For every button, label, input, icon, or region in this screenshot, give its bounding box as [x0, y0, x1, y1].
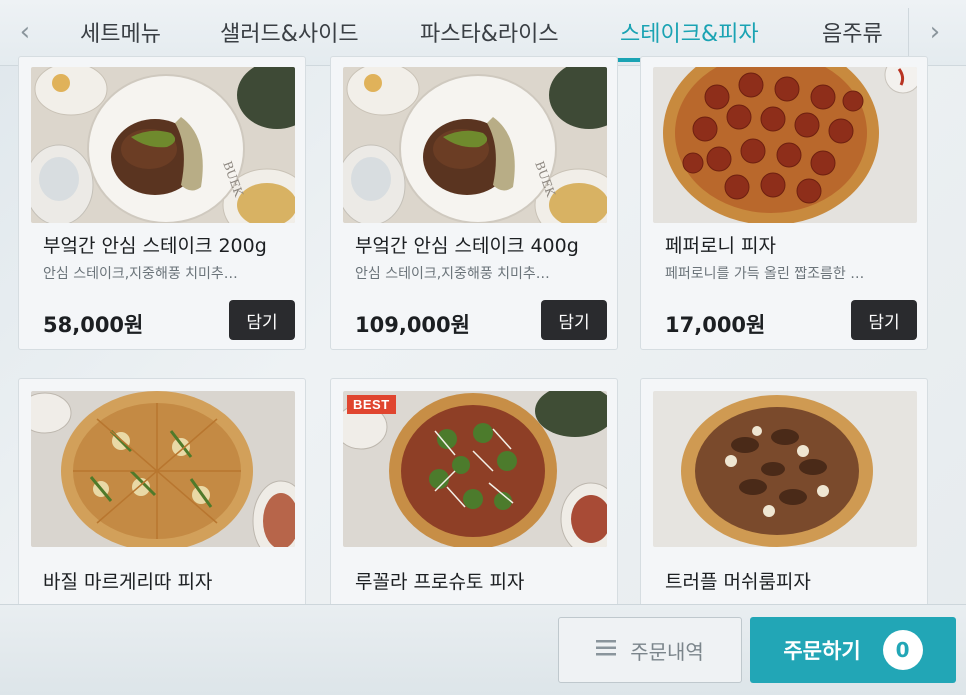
- tab-drinks[interactable]: 음주류: [822, 16, 883, 48]
- add-to-cart-button[interactable]: 담기: [229, 300, 295, 340]
- order-bar: 주문내역 주문하기 0: [0, 604, 966, 695]
- product-card[interactable]: 트러플 머쉬룸피자: [640, 378, 928, 618]
- product-name: 루꼴라 프로슈토 피자: [355, 571, 525, 593]
- product-photo-pepperoni-pizza: [653, 67, 917, 223]
- product-photo-steak: BUEK: [343, 67, 607, 223]
- product-card[interactable]: 바질 마르게리따 피자: [18, 378, 306, 618]
- list-icon: [596, 638, 617, 662]
- chevron-right-icon[interactable]: ›: [908, 8, 948, 56]
- add-to-cart-button[interactable]: 담기: [851, 300, 917, 340]
- product-card[interactable]: BEST 루꼴라 프로슈토 피자: [330, 378, 618, 618]
- product-description: 안심 스테이크,지중해풍 치미추…: [43, 266, 238, 282]
- place-order-label: 주문하기: [783, 639, 861, 663]
- product-name: 트러플 머쉬룸피자: [665, 571, 811, 593]
- product-card[interactable]: 페퍼로니 피자 페퍼로니를 가득 올린 짭조름한 … 17,000원 담기: [640, 56, 928, 350]
- best-badge: BEST: [347, 395, 396, 414]
- product-price: 58,000원: [43, 313, 144, 337]
- product-name: 부엌간 안심 스테이크 400g: [355, 235, 579, 257]
- tab-salad-side[interactable]: 샐러드&사이드: [220, 16, 359, 48]
- cart-count-badge: 0: [882, 630, 923, 670]
- product-name: 페퍼로니 피자: [665, 235, 776, 257]
- product-card[interactable]: BUEK 부엌간 안심 스테이크 200g 안심 스테이크,지중해풍 치미추… …: [18, 56, 306, 350]
- product-photo-arugula-pizza: BEST: [343, 391, 607, 547]
- place-order-button[interactable]: 주문하기 0: [750, 617, 956, 683]
- product-card[interactable]: BUEK 부엌간 안심 스테이크 400g 안심 스테이크,지중해풍 치미추… …: [330, 56, 618, 350]
- add-to-cart-button[interactable]: 담기: [541, 300, 607, 340]
- product-price: 109,000원: [355, 313, 470, 337]
- tab-set-menu[interactable]: 세트메뉴: [80, 16, 161, 48]
- order-history-label: 주문내역: [630, 639, 704, 664]
- product-photo-steak: BUEK: [31, 67, 295, 223]
- product-description: 안심 스테이크,지중해풍 치미추…: [355, 266, 550, 282]
- product-price: 17,000원: [665, 313, 766, 337]
- order-history-button[interactable]: 주문내역: [558, 617, 742, 683]
- tab-steak-pizza[interactable]: 스테이크&피자: [620, 16, 759, 48]
- tab-pasta-rice[interactable]: 파스타&라이스: [420, 16, 559, 48]
- product-name: 바질 마르게리따 피자: [43, 571, 213, 593]
- product-photo-basil-pizza: [31, 391, 295, 547]
- product-description: 페퍼로니를 가득 올린 짭조름한 …: [665, 266, 865, 282]
- product-photo-truffle-pizza: [653, 391, 917, 547]
- chevron-left-icon[interactable]: ‹: [12, 14, 38, 50]
- product-name: 부엌간 안심 스테이크 200g: [43, 235, 267, 257]
